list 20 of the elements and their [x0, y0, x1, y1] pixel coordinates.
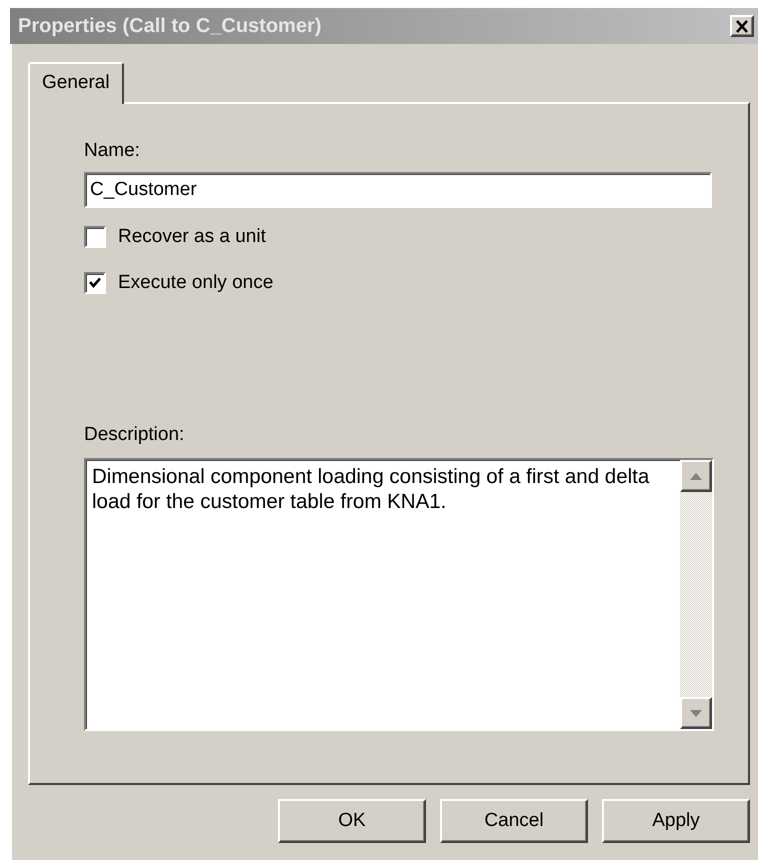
field-label: Description: [84, 424, 186, 446]
down-arrow-icon [690, 710, 702, 716]
tab[interactable]: General [28, 62, 124, 104]
dialog-button[interactable]: Apply [602, 799, 750, 843]
close-icon [735, 20, 749, 32]
checkbox[interactable] [84, 272, 106, 294]
description-field[interactable]: Dimensional component loading consisting of a first and delta load for the customer table from KNA1. [84, 458, 714, 731]
checkbox-label: Recover as a unit [118, 226, 266, 248]
checkbox[interactable] [84, 226, 106, 248]
scroll-down-button[interactable] [680, 697, 712, 729]
dialog-button[interactable]: Cancel [440, 799, 588, 843]
close-button[interactable] [730, 15, 754, 37]
up-arrow-icon [690, 472, 702, 480]
window-title: Properties (Call to C_Customer) [18, 14, 322, 38]
dialog-button[interactable]: OK [278, 799, 426, 843]
checkmark-icon [89, 277, 101, 289]
checkbox-label: Execute only once [118, 272, 274, 294]
field-label: Name: [84, 140, 141, 162]
name-field[interactable]: C_Customer [84, 172, 712, 208]
scroll-up-button[interactable] [680, 460, 712, 492]
